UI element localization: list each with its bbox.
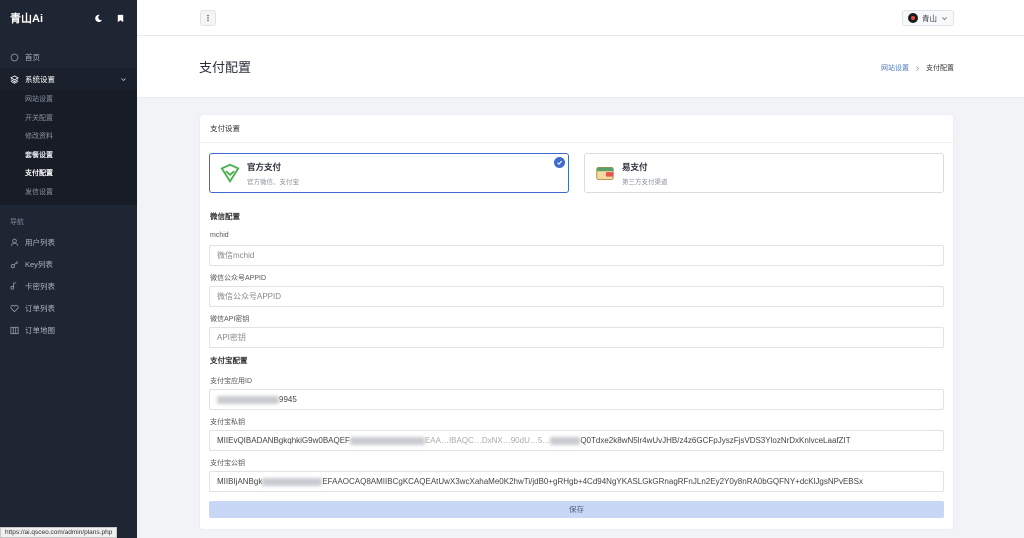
sidebar-item-home[interactable]: 首页 <box>0 46 137 68</box>
save-button[interactable]: 保存 <box>209 501 944 518</box>
page-header: 支付配置 网站设置 支付配置 <box>137 36 1024 98</box>
sidebar-item-label: 用户列表 <box>25 237 55 247</box>
private-key-end: Q0Tdxe2k8wN5lr4wUvJHB/z4z6GCFpJyszFjsVDS… <box>580 436 851 445</box>
app-title: 青山Ai <box>10 13 43 25</box>
sidebar-subitem-switch-config[interactable]: 开关配置 <box>0 109 137 128</box>
redacted-blur <box>349 436 425 445</box>
heart-icon <box>10 304 19 313</box>
sidebar-item-label: 系统设置 <box>25 74 55 84</box>
wechat-appid-label: 微信公众号APPID <box>210 275 267 282</box>
sidebar-item-label: 订单列表 <box>25 303 55 313</box>
user-name: 青山 <box>922 13 937 23</box>
mchid-label: mchid <box>210 232 229 239</box>
breadcrumb-current: 支付配置 <box>926 65 954 72</box>
public-key-end: EFAAOCAQ8AMIIBCgKCAQEAtUwX3wcXahaMe0K2hw… <box>322 477 863 486</box>
option-official-payment[interactable]: 官方支付 官方微信、支付宝 <box>209 153 569 193</box>
status-bar-url: https://ai.qsceo.com/admin/plans.php <box>0 527 118 538</box>
public-key-start: MIIBIjANBgk <box>217 477 263 486</box>
redacted-blur <box>217 395 279 404</box>
check-icon <box>554 157 565 168</box>
sidebar-submenu: 网站设置 开关配置 修改资料 套餐设置 支付配置 发信设置 <box>0 90 137 205</box>
card-title: 支付设置 <box>200 115 953 143</box>
sidebar-item-key-list[interactable]: Key列表 <box>0 253 137 275</box>
user-menu-button[interactable]: 青山 <box>902 10 954 26</box>
bookmark-icon[interactable] <box>113 11 127 25</box>
sidebar-item-label: 卡密列表 <box>25 281 55 291</box>
sidebar-header: 青山Ai <box>0 0 137 36</box>
map-icon <box>10 326 19 335</box>
breadcrumb-link[interactable]: 网站设置 <box>881 63 909 73</box>
redacted-blur <box>550 436 581 445</box>
moon-icon[interactable] <box>91 11 105 25</box>
sidebar-item-label: 首页 <box>25 52 40 62</box>
alipay-section-title: 支付宝配置 <box>210 356 248 365</box>
option-desc: 官方微信、支付宝 <box>247 178 299 186</box>
key-icon <box>10 260 19 269</box>
payment-settings-card: 支付设置 官方支付 官方微信、支付宝 易支付 第三方支付渠道 微信配置 mchi… <box>199 114 954 530</box>
alipay-private-key-label: 支付宝私钥 <box>210 419 245 426</box>
ticket-icon <box>10 281 19 291</box>
redacted-blur <box>262 477 323 486</box>
alipay-public-key-label: 支付宝公钥 <box>210 460 245 467</box>
chevron-right-icon <box>916 65 920 71</box>
page-title: 支付配置 <box>199 60 252 75</box>
sidebar-item-order-map[interactable]: 订单地图 <box>0 319 137 341</box>
alipay-appid-suffix: 9945 <box>279 395 297 404</box>
alipay-appid-input[interactable]: 9945 <box>209 389 944 410</box>
option-name: 易支付 <box>622 161 648 172</box>
sidebar-item-order-list[interactable]: 订单列表 <box>0 297 137 319</box>
sidebar-item-system-settings[interactable]: 系统设置 <box>0 68 137 90</box>
wechat-appid-input[interactable]: 微信公众号APPID <box>209 286 944 307</box>
wallet-icon <box>593 161 617 185</box>
wechat-api-key-input[interactable]: API密钥 <box>209 327 944 348</box>
user-icon <box>10 238 19 247</box>
alipay-private-key-input[interactable]: MIIEvQIBADANBgkqhkiG9w0BAQEF EAA…IBAQC…D… <box>209 430 944 451</box>
chevron-down-icon <box>121 77 126 81</box>
private-key-start: MIIEvQIBADANBgkqhkiG9w0BAQEF <box>217 436 350 445</box>
sidebar-subitem-payment-config[interactable]: 支付配置 <box>0 164 137 183</box>
alipay-appid-label: 支付宝应用ID <box>210 378 252 385</box>
option-name: 官方支付 <box>247 161 282 172</box>
wechat-api-key-label: 微信API密钥 <box>210 316 250 323</box>
topbar: 青山 <box>137 0 1024 36</box>
sidebar-subitem-mail-settings[interactable]: 发信设置 <box>0 183 137 202</box>
sidebar-item-user-list[interactable]: 用户列表 <box>0 231 137 253</box>
avatar <box>908 13 918 23</box>
alipay-public-key-input[interactable]: MIIBIjANBgk EFAAOCAQ8AMIIBCgKCAQEAtUwX3w… <box>209 471 944 492</box>
sidebar-item-label: Key列表 <box>25 259 53 269</box>
official-payment-logo-icon <box>218 161 242 185</box>
sidebar-section-nav: 导航 <box>10 219 24 226</box>
sidebar-subitem-site-settings[interactable]: 网站设置 <box>0 90 137 109</box>
sidebar-item-label: 订单地图 <box>25 325 55 335</box>
wechat-section-title: 微信配置 <box>210 212 240 221</box>
sidebar-subitem-plan-settings[interactable]: 套餐设置 <box>0 146 137 165</box>
option-desc: 第三方支付渠道 <box>622 178 668 186</box>
private-key-mid: EAA…IBAQC…DxNX…90dU…5… <box>424 436 551 445</box>
more-vertical-icon <box>207 14 209 22</box>
breadcrumb: 网站设置 支付配置 <box>881 63 954 73</box>
mchid-input[interactable]: 微信mchid <box>209 245 944 266</box>
option-easy-payment[interactable]: 易支付 第三方支付渠道 <box>584 153 944 193</box>
more-menu-button[interactable] <box>200 10 216 26</box>
home-icon <box>10 53 19 62</box>
sidebar: 青山Ai 首页 系统设置 网站设置 开关配置 修改资料 套餐设置 支付配置 发信… <box>0 0 137 538</box>
sidebar-subitem-edit-profile[interactable]: 修改资料 <box>0 127 137 146</box>
sidebar-item-card-list[interactable]: 卡密列表 <box>0 275 137 297</box>
chevron-down-icon <box>942 16 947 20</box>
layers-icon <box>10 74 19 84</box>
